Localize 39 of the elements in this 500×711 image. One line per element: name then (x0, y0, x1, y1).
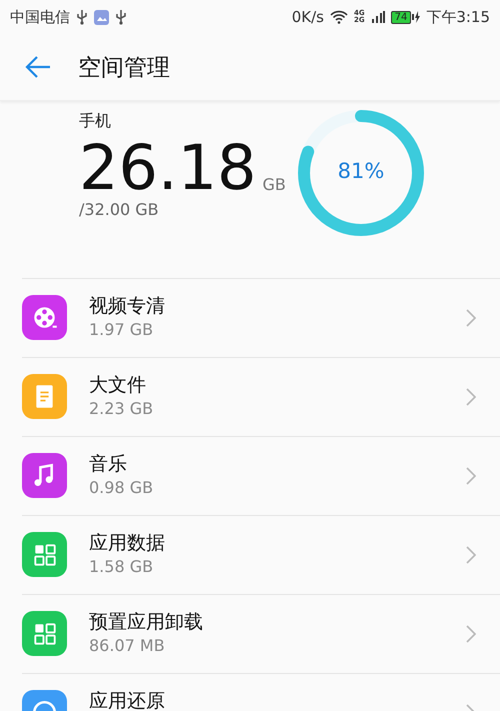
usb-icon (76, 9, 88, 25)
storage-category-row[interactable]: 应用数据 1.58 GB (22, 516, 500, 595)
category-size: 2.23 GB (89, 399, 154, 418)
wifi-icon (330, 10, 348, 24)
gallery-icon (94, 10, 109, 24)
page-title: 空间管理 (78, 54, 170, 82)
category-size: 1.97 GB (89, 320, 154, 339)
storage-category-row[interactable]: 应用还原 (22, 674, 500, 711)
category-size: 1.58 GB (89, 557, 154, 576)
category-size: 0.98 GB (89, 478, 154, 497)
battery-level: 74 (390, 10, 412, 24)
storage-category-row[interactable]: 预置应用卸载 86.07 MB (22, 595, 500, 674)
chevron-right-icon (466, 309, 476, 327)
chevron-right-icon (466, 467, 476, 485)
chevron-right-icon (466, 388, 476, 406)
storage-unit: GB (262, 175, 286, 196)
category-title: 应用还原 (89, 689, 166, 711)
used-storage: 26.18 (79, 134, 256, 202)
network-speed: 0K/s (292, 8, 324, 26)
category-title: 应用数据 (89, 531, 166, 556)
usage-percent: 81% (336, 159, 386, 183)
category-title: 大文件 (89, 373, 147, 398)
charging-icon (412, 10, 420, 24)
storage-category-row[interactable]: 音乐 0.98 GB (22, 437, 500, 516)
signal-icon (370, 10, 385, 24)
device-label: 手机 (79, 111, 112, 132)
category-title: 预置应用卸载 (89, 610, 204, 635)
category-title: 视频专清 (89, 294, 166, 319)
storage-category-row[interactable]: 大文件 2.23 GB (22, 358, 500, 437)
category-title: 音乐 (89, 452, 128, 477)
usb-icon (115, 9, 127, 25)
chevron-right-icon (466, 625, 476, 643)
total-storage: /32.00 GB (79, 200, 160, 219)
clock: 下午3:15 (426, 8, 490, 26)
carrier-name: 中国电信 (10, 8, 70, 26)
chevron-right-icon (466, 546, 476, 564)
back-button[interactable] (24, 55, 52, 79)
category-size: 86.07 MB (89, 636, 166, 655)
storage-category-row[interactable]: 视频专清 1.97 GB (22, 279, 500, 358)
